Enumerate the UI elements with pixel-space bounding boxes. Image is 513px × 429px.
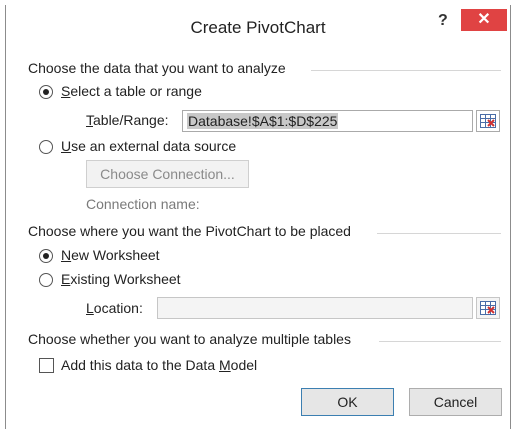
placement-section-divider xyxy=(377,233,501,234)
multi-section-heading: Choose whether you want to analyze multi… xyxy=(28,331,351,347)
radio-select-table[interactable] xyxy=(39,85,53,99)
help-button[interactable]: ? xyxy=(438,12,448,30)
create-pivotchart-dialog: Create PivotChart ? ✕ Choose the data th… xyxy=(5,5,511,429)
radio-external-source-label[interactable]: Use an external data source xyxy=(61,138,236,154)
placement-section-heading: Choose where you want the PivotChart to … xyxy=(28,223,351,239)
location-picker-button[interactable] xyxy=(476,297,500,319)
add-to-data-model-checkbox[interactable] xyxy=(39,358,54,373)
range-picker-icon xyxy=(480,301,496,315)
multi-section-divider xyxy=(379,341,501,342)
data-section-heading: Choose the data that you want to analyze xyxy=(28,60,286,76)
radio-new-worksheet[interactable] xyxy=(39,249,53,263)
data-section-divider xyxy=(311,70,501,71)
radio-select-table-label[interactable]: Select a table or range xyxy=(61,83,202,99)
radio-existing-worksheet-label[interactable]: Existing Worksheet xyxy=(61,271,181,287)
radio-existing-worksheet[interactable] xyxy=(39,273,53,287)
range-picker-icon xyxy=(480,114,496,128)
title-bar: Create PivotChart ? ✕ xyxy=(6,5,510,47)
close-button[interactable]: ✕ xyxy=(461,9,507,31)
connection-name-label: Connection name: xyxy=(86,196,200,212)
add-to-data-model-label[interactable]: Add this data to the Data Model xyxy=(61,357,257,373)
ok-button[interactable]: OK xyxy=(301,388,394,416)
table-range-value: Database!$A$1:$D$225 xyxy=(187,113,339,129)
cancel-button[interactable]: Cancel xyxy=(409,388,502,416)
table-range-picker-button[interactable] xyxy=(476,110,500,132)
table-range-label: Table/Range: xyxy=(86,112,169,128)
location-input[interactable] xyxy=(157,297,473,319)
dialog-title: Create PivotChart xyxy=(190,18,326,37)
location-label: Location: xyxy=(86,300,143,316)
table-range-input[interactable]: Database!$A$1:$D$225 xyxy=(182,110,473,132)
radio-external-source[interactable] xyxy=(39,140,53,154)
choose-connection-button[interactable]: Choose Connection... xyxy=(86,160,249,188)
radio-new-worksheet-label[interactable]: New Worksheet xyxy=(61,247,160,263)
